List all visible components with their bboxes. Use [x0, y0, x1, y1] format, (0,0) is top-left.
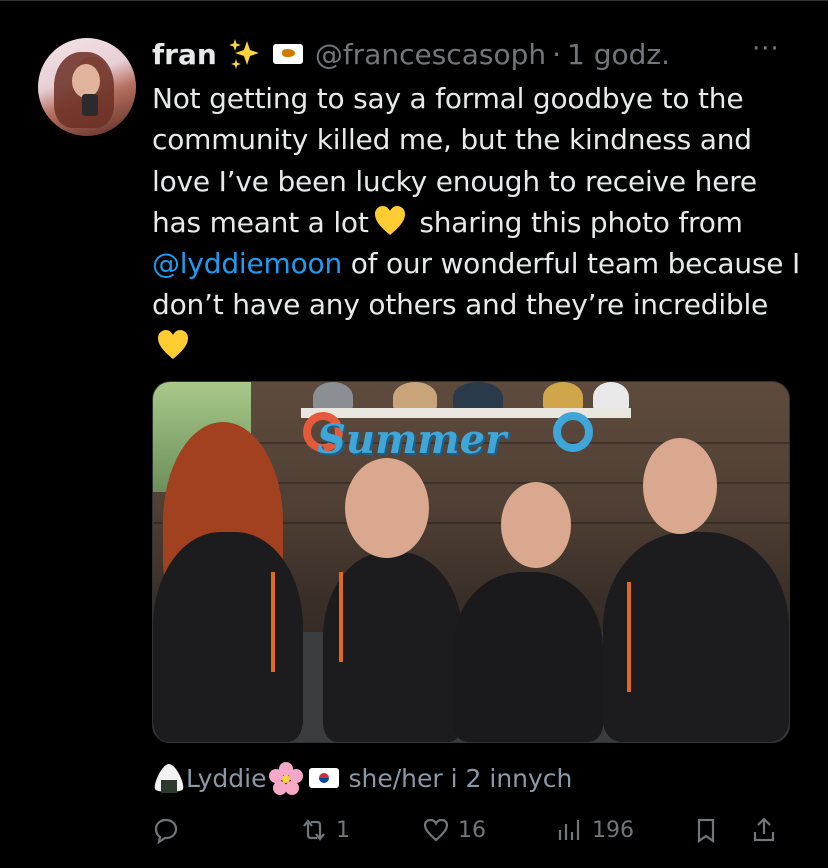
jacket-stripe [271, 572, 275, 672]
jacket-stripe [627, 582, 631, 692]
tweet-text: Not getting to say a formal goodbye to t… [152, 78, 802, 367]
heart-icon [423, 818, 449, 842]
share-button[interactable] [750, 810, 778, 850]
person [153, 532, 303, 742]
tagged-suffix[interactable]: she/her i 2 innych [349, 764, 573, 793]
bookmark-button[interactable] [692, 810, 720, 850]
avatar-face [72, 64, 100, 98]
top-divider [0, 0, 828, 1]
tweet-time[interactable]: 1 godz. [567, 38, 670, 71]
reply-icon [154, 818, 178, 844]
views-button[interactable]: 196 [556, 810, 634, 850]
yellow-heart-icon [156, 328, 190, 362]
person-head [345, 458, 429, 558]
person-head [643, 438, 717, 534]
summer-sign: Summer [317, 416, 507, 463]
bookmark-icon [697, 818, 715, 844]
sparkles-icon [227, 37, 261, 71]
cherry-blossom-icon [268, 761, 303, 795]
like-button[interactable]: 16 [422, 810, 486, 850]
author-handle[interactable]: @francescasoph [315, 38, 546, 71]
south-korea-flag-icon [308, 768, 339, 788]
tagged-users[interactable]: Lyddie she/her i 2 innych [152, 760, 572, 796]
person [323, 552, 463, 742]
header-separator: · [552, 37, 562, 71]
avatar[interactable] [38, 38, 136, 136]
more-options-icon[interactable]: ··· [752, 34, 780, 64]
retweet-icon [303, 819, 325, 841]
mention-link[interactable]: @lyddiemoon [152, 247, 342, 280]
views-count: 196 [592, 817, 634, 843]
reply-button[interactable] [152, 810, 188, 850]
tweet-actions: 1 16 196 [152, 810, 792, 850]
swim-ring [553, 412, 593, 452]
tagged-user-name[interactable]: Lyddie [186, 764, 267, 793]
onigiri-icon [152, 762, 186, 794]
tweet-photo[interactable]: Summer [152, 381, 790, 743]
views-icon [558, 820, 580, 840]
avatar-phone [82, 94, 98, 116]
tweet-header: fran @francescasoph · 1 godz. [152, 34, 670, 74]
author-name[interactable]: fran [152, 38, 217, 71]
cyprus-flag-icon [272, 44, 303, 64]
like-count: 16 [458, 817, 486, 843]
yellow-heart-icon [373, 204, 407, 238]
retweet-button[interactable]: 1 [300, 810, 350, 850]
share-icon [753, 817, 775, 842]
jacket-stripe [339, 572, 343, 662]
person [453, 572, 603, 742]
retweet-count: 1 [336, 817, 350, 843]
person-head [501, 482, 571, 568]
tweet-text-part2: sharing this photo from [410, 205, 743, 239]
